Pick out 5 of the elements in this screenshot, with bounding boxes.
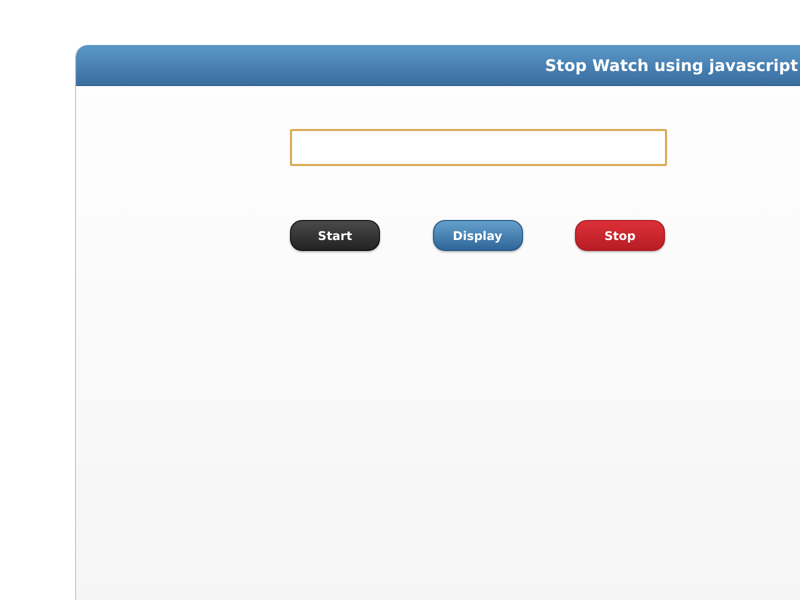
action-button[interactable]: Display [432, 220, 522, 251]
action-button[interactable]: Start [290, 220, 380, 251]
time-field[interactable] [290, 129, 667, 166]
action-button[interactable]: Stop [575, 220, 665, 251]
window-title: Stop Watch using javascript [545, 56, 798, 74]
